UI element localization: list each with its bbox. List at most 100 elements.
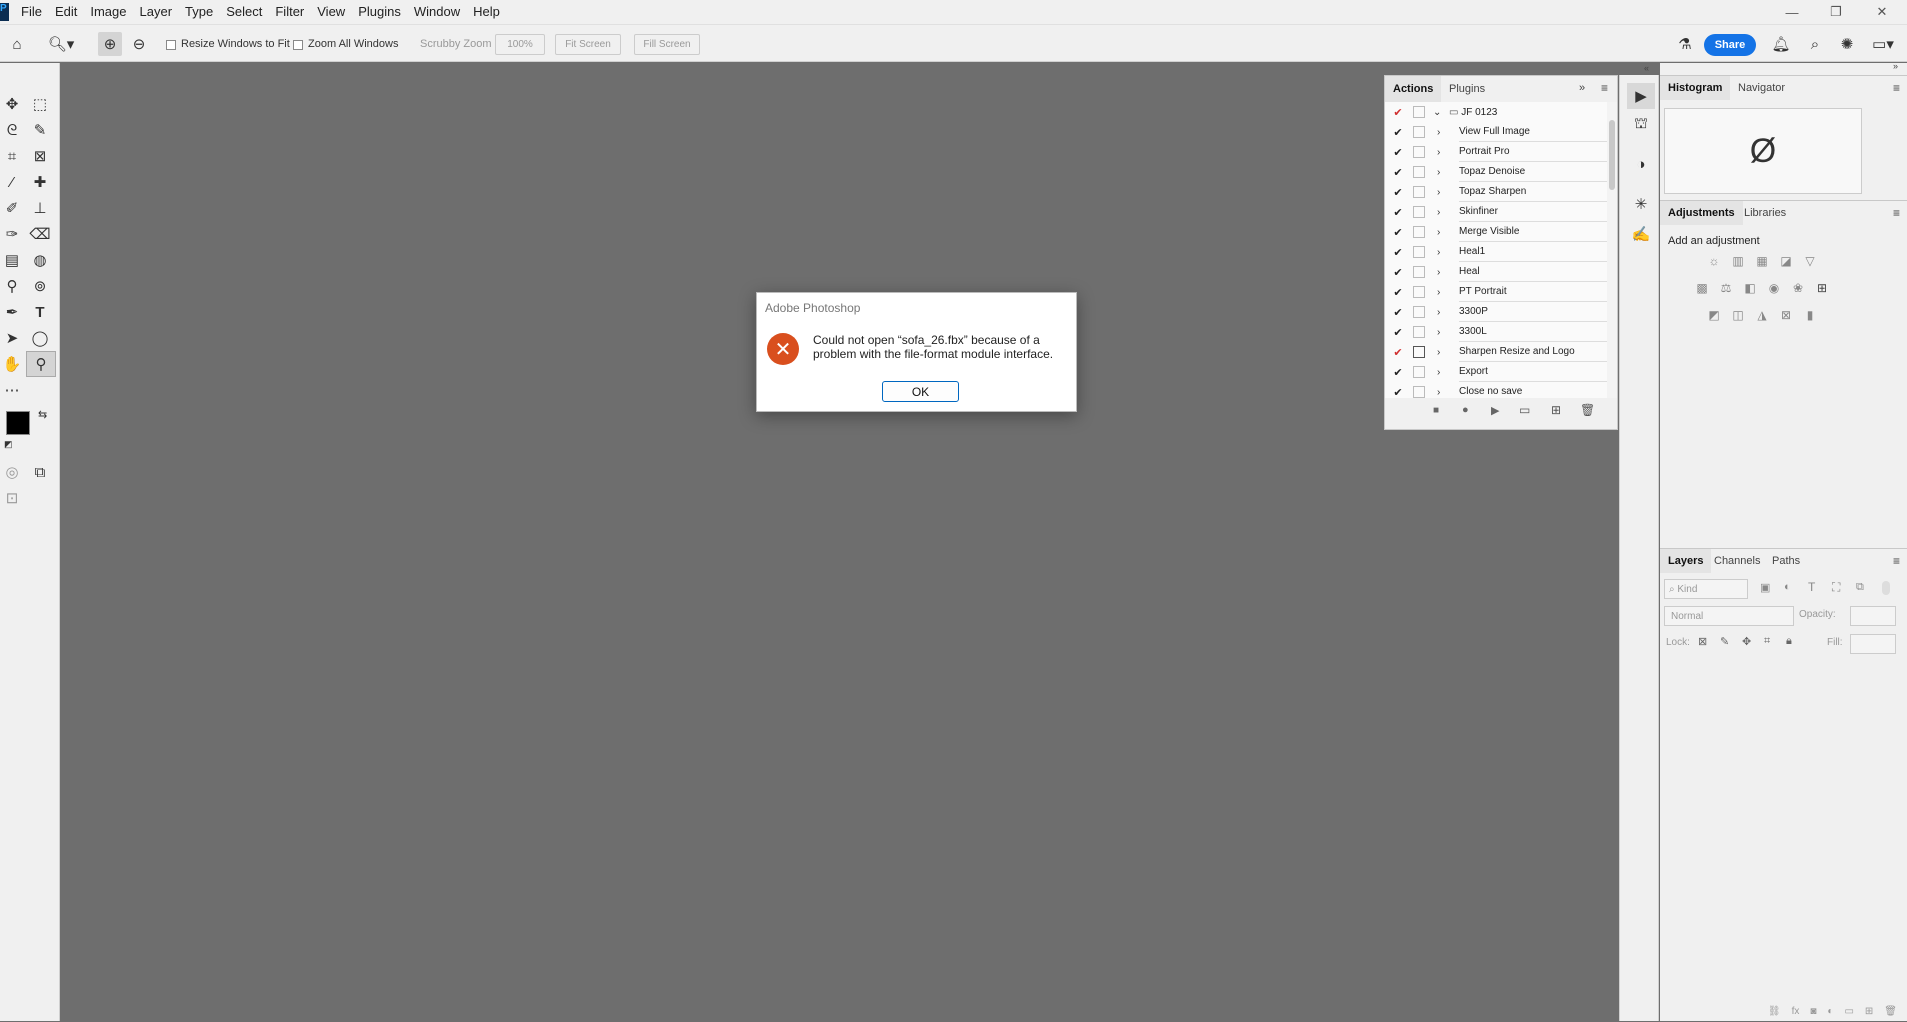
discover-icon[interactable]: ✺	[1837, 32, 1857, 56]
channel-mixer-icon[interactable]: ❀	[1790, 280, 1806, 296]
pen-tool-icon[interactable]: ✒	[0, 301, 24, 323]
resize-windows-checkbox[interactable]	[166, 40, 176, 50]
add-mask-icon[interactable]: ◙	[1810, 1006, 1816, 1017]
layer-filter-select[interactable]: ⌕ Kind	[1664, 579, 1748, 599]
menu-window[interactable]: Window	[414, 0, 460, 24]
toggle-check-icon[interactable]: ✔	[1391, 306, 1405, 319]
toggle-check-icon[interactable]: ✔	[1391, 206, 1405, 219]
menu-help[interactable]: Help	[473, 0, 500, 24]
filter-pixel-icon[interactable]: ▣	[1760, 581, 1770, 594]
healing-brush-tool-icon[interactable]: ✚	[28, 171, 52, 193]
menu-image[interactable]: Image	[90, 0, 126, 24]
vibrance-icon[interactable]: ▽	[1802, 253, 1818, 269]
tab-histogram[interactable]: Histogram	[1660, 76, 1731, 100]
filter-adjustment-icon[interactable]: ◐	[1784, 581, 1791, 593]
tab-navigator[interactable]: Navigator	[1730, 76, 1793, 100]
menu-layer[interactable]: Layer	[140, 0, 173, 24]
toggle-check-icon[interactable]: ✔	[1391, 186, 1405, 199]
new-group-icon[interactable]: ▭	[1844, 1006, 1853, 1017]
chevron-right-icon[interactable]: ›	[1437, 207, 1447, 218]
scrollbar-thumb[interactable]	[1609, 120, 1615, 190]
fit-screen-button[interactable]: Fit Screen	[555, 34, 621, 55]
toggle-check-icon[interactable]: ✔	[1391, 106, 1405, 119]
tab-libraries[interactable]: Libraries	[1736, 201, 1794, 225]
quick-select-tool-icon[interactable]: ✎	[28, 119, 52, 141]
new-action-icon[interactable]: ⊞	[1551, 403, 1561, 417]
workspace-icon[interactable]: ▭▾	[1866, 32, 1900, 56]
menu-file[interactable]: File	[21, 0, 42, 24]
screen-mode-icon[interactable]: ⧉	[28, 461, 52, 483]
share-button[interactable]: Share	[1704, 34, 1756, 56]
menu-select[interactable]: Select	[226, 0, 262, 24]
curves-icon[interactable]: ▦	[1754, 253, 1770, 269]
action-set-row[interactable]: ✔ ⌄ ▭ JF 0123	[1385, 102, 1607, 122]
action-row[interactable]: ✔ › Export	[1385, 362, 1607, 382]
play-icon[interactable]: ▶	[1491, 404, 1499, 417]
gradient-tool-icon[interactable]: ▤	[0, 249, 24, 271]
chevron-right-icon[interactable]: ›	[1437, 287, 1447, 298]
dodge-tool-icon[interactable]: ⚲	[0, 275, 24, 297]
shape-tool-icon[interactable]: ◯	[28, 327, 52, 349]
stop-icon[interactable]: ■	[1433, 405, 1439, 416]
blur-tool-icon[interactable]: ◍	[28, 249, 52, 271]
frame-tool-icon[interactable]: ⊠	[28, 145, 52, 167]
zoom-in-icon[interactable]: ⊕	[98, 32, 122, 56]
posterize-icon[interactable]: ◫	[1730, 307, 1746, 323]
dialog-toggle-icon[interactable]	[1413, 206, 1425, 218]
dialog-toggle-icon[interactable]	[1413, 106, 1425, 118]
action-row[interactable]: ✔ › Heal1	[1385, 242, 1607, 262]
brightness-icon[interactable]: ☼	[1706, 253, 1722, 269]
threshold-icon[interactable]: ◮	[1754, 307, 1770, 323]
dialog-toggle-icon[interactable]	[1413, 186, 1425, 198]
crop-tool-icon[interactable]: ⌗	[0, 145, 24, 167]
toggle-check-icon[interactable]: ✔	[1391, 326, 1405, 339]
opacity-field[interactable]	[1850, 606, 1896, 626]
lock-position-icon[interactable]: ✥	[1742, 635, 1751, 648]
menu-plugins[interactable]: Plugins	[358, 0, 401, 24]
tab-channels[interactable]: Channels	[1706, 549, 1768, 573]
lock-all-icon[interactable]: 🔒︎	[1786, 635, 1792, 648]
bell-icon[interactable]: 🔔︎	[1771, 32, 1791, 56]
levels-icon[interactable]: ▥	[1730, 253, 1746, 269]
hand-tool-icon[interactable]: ✋	[0, 353, 24, 375]
properties-panel-icon[interactable]: ⛫	[1627, 111, 1655, 137]
zoom-all-windows-checkbox[interactable]	[293, 40, 303, 50]
history-brush-tool-icon[interactable]: ✑	[0, 223, 24, 245]
toggle-check-icon[interactable]: ✔	[1391, 246, 1405, 259]
dialog-toggle-icon[interactable]	[1413, 326, 1425, 338]
brush-settings-icon[interactable]: ✳	[1627, 191, 1655, 217]
quick-mask-icon[interactable]: ◎	[0, 461, 24, 483]
chevron-right-icon[interactable]: ›	[1437, 247, 1447, 258]
toggle-check-icon[interactable]: ✔	[1391, 286, 1405, 299]
gradient-map-icon[interactable]: ▮	[1802, 307, 1818, 323]
selective-color-icon[interactable]: ⊠	[1778, 307, 1794, 323]
black-white-icon[interactable]: ◧	[1742, 280, 1758, 296]
dialog-toggle-icon[interactable]	[1413, 146, 1425, 158]
scrubby-zoom-label[interactable]: Scrubby Zoom	[420, 38, 492, 50]
minimize-icon[interactable]: —	[1772, 0, 1812, 24]
chevron-right-icon[interactable]: ›	[1437, 147, 1447, 158]
photo-filter-icon[interactable]: ◉	[1766, 280, 1782, 296]
ok-button[interactable]: OK	[882, 381, 959, 402]
filter-toggle[interactable]	[1882, 581, 1890, 595]
toggle-check-icon[interactable]: ✔	[1391, 146, 1405, 159]
delete-layer-icon[interactable]: 🗑︎	[1884, 1006, 1897, 1017]
tab-paths[interactable]: Paths	[1764, 549, 1808, 573]
color-panel-icon[interactable]: ◑	[1627, 151, 1655, 177]
trash-icon[interactable]: 🗑︎	[1580, 403, 1595, 417]
fill-screen-button[interactable]: Fill Screen	[634, 34, 700, 55]
chevron-right-icon[interactable]: ›	[1437, 127, 1447, 138]
expand-icon[interactable]: »	[1893, 61, 1898, 71]
filter-smart-object-icon[interactable]: ⧉	[1856, 581, 1864, 594]
edit-toolbar-icon[interactable]: ⊡	[0, 487, 24, 509]
brushes-panel-icon[interactable]: ✍	[1627, 221, 1655, 247]
dialog-toggle-icon[interactable]	[1413, 246, 1425, 258]
chevron-right-icon[interactable]: ›	[1437, 227, 1447, 238]
toggle-check-icon[interactable]: ✔	[1391, 386, 1405, 399]
tab-adjustments[interactable]: Adjustments	[1660, 201, 1743, 225]
chevron-right-icon[interactable]: ›	[1437, 327, 1447, 338]
eyedropper-tool-icon[interactable]: ⁄	[0, 171, 24, 193]
hue-saturation-icon[interactable]: ▩	[1694, 280, 1710, 296]
filter-type-icon[interactable]: T	[1808, 580, 1815, 594]
eraser-tool-icon[interactable]: ⌫	[28, 223, 52, 245]
